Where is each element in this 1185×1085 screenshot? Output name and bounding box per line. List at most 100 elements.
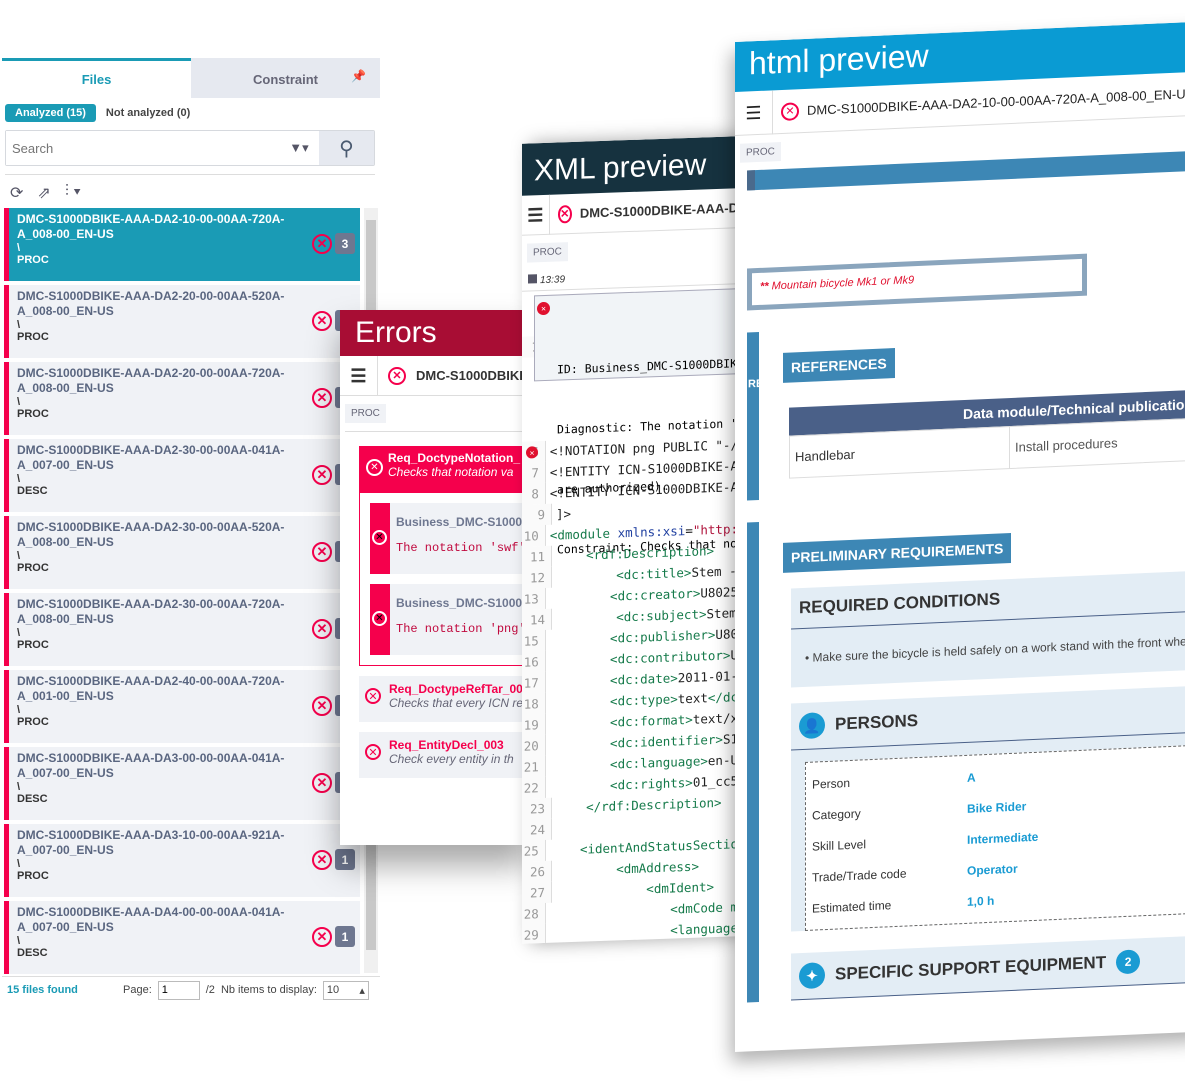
doc-name: DMC-S1000DBIKE-AAA-DA2-10-00-00AA-720A-A… [807,85,1185,118]
tooltip-constraint: Constraint: Checks that nota [557,535,738,557]
requirement-desc: Check every entity in th [389,752,514,766]
errors-panel: Errors ☰ ✕ DMC-S1000DBIKE PROC ✕ Req_Doc… [340,310,530,845]
error-detail[interactable]: ✕ Business_DMC-S1000 The notation 'png' [370,584,530,655]
file-list-item[interactable]: DMC-S1000DBIKE-AAA-DA2-30-00-00AA-720A-A… [4,593,360,666]
doc-name: DMC-S1000DBIKE [416,368,528,383]
menu-icon[interactable]: ☰ [340,355,378,396]
line-number-text: 17 [523,675,539,691]
person-field-label: Person [812,775,851,792]
error-detail[interactable]: ✕ Business_DMC-S1000 The notation 'swf' [370,503,530,574]
export-icon[interactable]: ⇗ [37,183,50,203]
prelim-section: PRELIMINARY REQUIREMENTS REQUIRED CONDIT… [747,502,1185,1003]
pin-icon[interactable]: 📌 [351,69,366,83]
error-icon: ✕ [312,234,332,254]
menu-icon[interactable]: ☰ [522,194,550,236]
refresh-icon[interactable]: ⟳ [10,183,23,203]
requirement-expanded[interactable]: ✕ Req_DoctypeNotation_ Checks that notat… [359,446,530,666]
card-title: SPECIFIC SUPPORT EQUIPMENT [835,952,1107,984]
file-list-item[interactable]: DMC-S1000DBIKE-AAA-DA2-10-00-00AA-720A-A… [4,208,360,281]
xml-preview-panel: XML preview ☰ ✕ DMC-S1000DBIKE-AAA-D PRO… [522,136,738,944]
tab-constraint[interactable]: Constraint 📌 [191,58,380,98]
file-list-item[interactable]: DMC-S1000DBIKE-AAA-DA2-20-00-00AA-720A-A… [4,362,360,435]
ref-title[interactable]: Install procedures [1010,416,1185,469]
applicability-box: ** Mountain bicycle Mk1 or Mk9 [747,253,1087,311]
line-number-text: 20 [523,738,539,754]
files-found: 15 files found [7,984,78,996]
requirement-item[interactable]: ✕ Req_DoctypeRefTar_00 Checks that every… [359,676,530,722]
analyzed-filter[interactable]: Analyzed (15) [5,104,96,122]
file-list-item[interactable]: DMC-S1000DBIKE-AAA-DA2-30-00-00AA-520A-A… [4,516,360,589]
line-number: 28 [522,902,546,925]
person-field-label: Estimated time [812,897,892,916]
nb-items-select[interactable]: 10 ▴ [322,980,369,1000]
file-list-item[interactable]: DMC-S1000DBIKE-AAA-DA4-00-00-00AA-041A-A… [4,901,360,974]
line-number-text: 27 [529,884,545,901]
search-input[interactable] [6,131,279,165]
filter-icon[interactable]: ▼▾ [279,131,319,165]
line-number: 15 [522,629,546,652]
file-list-item[interactable]: DMC-S1000DBIKE-AAA-DA2-40-00-00AA-720A-A… [4,670,360,743]
code-token: <dc:format> [549,711,693,732]
error-count-badge: 1 [335,849,355,870]
file-type: PROC [17,331,49,343]
line-number-text: 9 [537,506,545,523]
error-message: The notation 'swf' [396,541,526,555]
file-sep: \ [17,935,21,947]
line-number-text: 13 [523,591,539,607]
page-input[interactable] [157,980,200,1000]
line-number: 7 [522,461,546,484]
line-number: 10 [522,524,546,547]
line-number-text: 24 [529,821,545,838]
error-icon: ✕ [366,459,383,476]
error-icon: ✕ [312,311,332,331]
code-token: <dmIdent> [556,879,715,900]
tab-files[interactable]: Files [2,58,191,98]
menu-icon[interactable]: ☰ [735,89,773,136]
pagination-footer: 15 files found Page: /2 Nb items to disp… [2,976,380,1003]
code-token: <dc:date> [549,670,678,690]
error-icon: ✕ [312,850,332,870]
line-number-text: 19 [523,717,539,733]
persons-table: Person A Category Bike Rider Skill Level Inte… [805,744,1185,931]
not-analyzed-filter[interactable]: Not analyzed (0) [106,107,190,119]
error-icon: ✕ [388,366,406,385]
xml-title: XML preview [522,136,738,196]
line-number-text: 15 [523,633,539,649]
applicability-text: Mountain bicycle Mk1 or Mk9 [771,274,915,293]
person-field-value: Bike Rider [967,798,1027,816]
nb-items-label: Nb items to display: [220,984,317,996]
file-name: DMC-S1000DBIKE-AAA-DA2-20-00-00AA-720A-A… [17,366,285,395]
file-type: DESC [17,947,48,959]
file-list-item[interactable]: DMC-S1000DBIKE-AAA-DA3-10-00-00AA-921A-A… [4,824,360,897]
requirement-desc: Checks that every ICN re [389,696,524,710]
person-field-label: Category [812,806,861,823]
file-name: DMC-S1000DBIKE-AAA-DA4-00-00-00AA-041A-A… [17,905,285,934]
tooltip-diagnostic: Diagnostic: The notation 'png [557,415,738,437]
file-sep: \ [17,550,21,562]
line-number-text: 11 [529,548,545,565]
line-number-text: 28 [523,906,539,922]
code-editor[interactable]: ✕ ID: Business_DMC-S1000DBIKE-A Diagnost… [522,284,738,944]
search-button[interactable]: ⚲ [319,131,374,165]
error-count-badge: 3 [335,233,355,254]
file-name: DMC-S1000DBIKE-AAA-DA3-00-00-00AA-041A-A… [17,751,285,780]
file-type: PROC [17,716,49,728]
error-icon: ✕ [781,101,799,121]
file-name: DMC-S1000DBIKE-AAA-DA3-10-00-00AA-921A-A… [17,828,285,857]
header-stripe [747,150,1185,191]
file-list-item[interactable]: DMC-S1000DBIKE-AAA-DA3-00-00-00AA-041A-A… [4,747,360,820]
person-field-value: Operator [967,861,1018,878]
card-title: PERSONS [835,711,919,734]
file-list-item[interactable]: DMC-S1000DBIKE-AAA-DA2-20-00-00AA-520A-A… [4,285,360,358]
file-sep: \ [17,781,21,793]
file-list-item[interactable]: DMC-S1000DBIKE-AAA-DA2-30-00-00AA-041A-A… [4,439,360,512]
file-type: PROC [17,639,49,651]
files-panel: Files Constraint 📌 Analyzed (15) Not anal… [2,58,380,1003]
line-number: 18 [522,692,546,715]
error-icon: ✕ [372,530,387,545]
page-label: Page: [123,984,152,996]
columns-settings-icon[interactable]: ⫶ ▾ [65,183,81,203]
file-type: PROC [17,254,49,266]
references-section: REFS REFERENCES Data module/Technical pu… [747,312,1185,501]
requirement-item[interactable]: ✕ Req_EntityDecl_003 Check every entity … [359,732,530,778]
